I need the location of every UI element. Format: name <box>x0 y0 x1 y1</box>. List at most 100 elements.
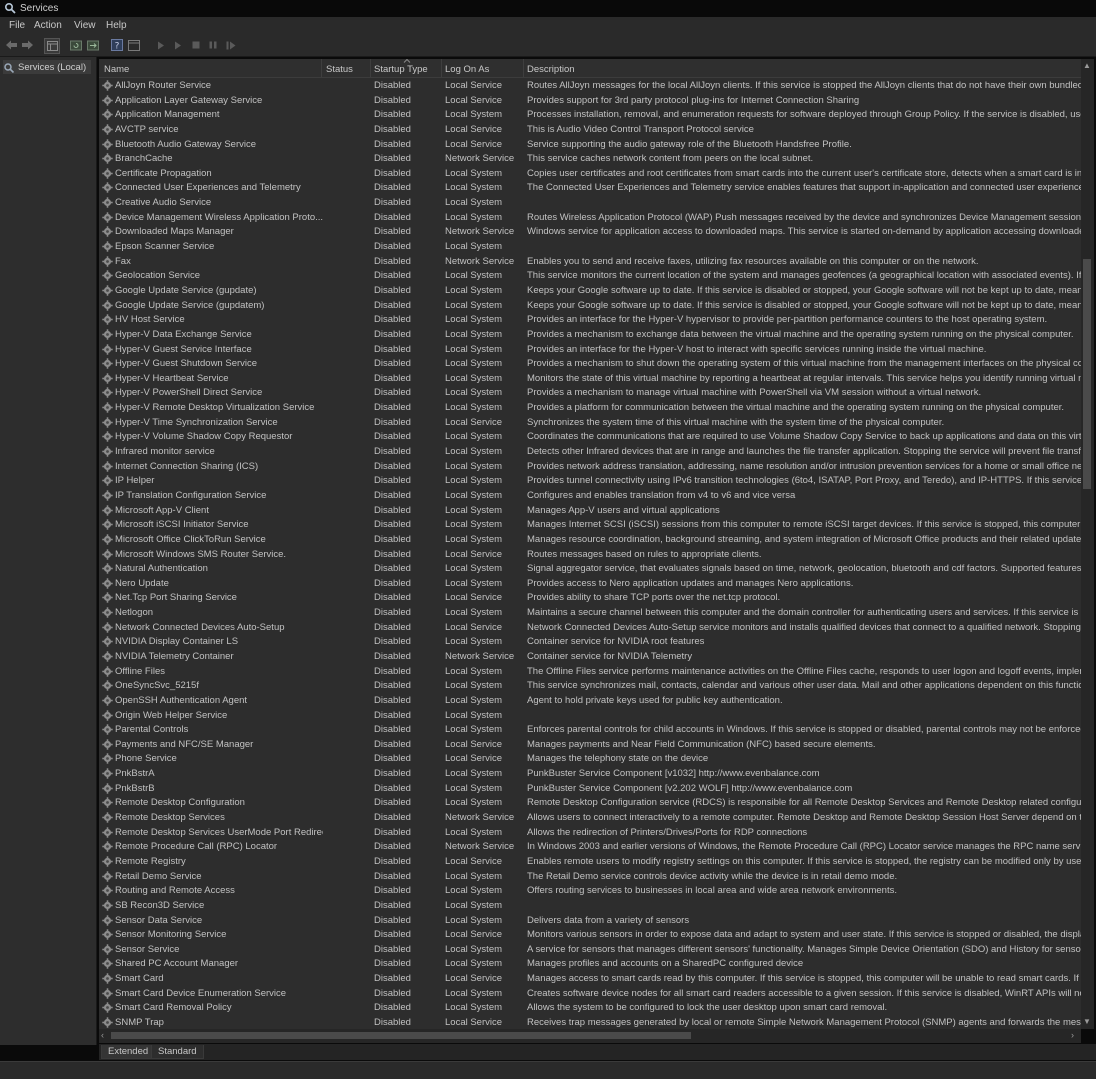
horizontal-scroll-thumb[interactable] <box>111 1032 691 1039</box>
table-row[interactable]: PnkBstrB Disabled Local System PunkBuster S… <box>99 781 1081 796</box>
table-row[interactable]: Offline Files Disabled Local System The Off… <box>99 664 1081 679</box>
table-row[interactable]: IP Translation Configuration Service Disa… <box>99 488 1081 503</box>
table-row[interactable]: Remote Registry Disabled Local Service Enab… <box>99 854 1081 869</box>
vertical-scroll-thumb[interactable] <box>1083 259 1091 489</box>
table-row[interactable]: Net.Tcp Port Sharing Service Disabled Loca… <box>99 590 1081 605</box>
table-row[interactable]: Smart Card Device Enumeration Service Dis… <box>99 986 1081 1001</box>
table-row[interactable]: SB Recon3D Service Disabled Local System <box>99 898 1081 913</box>
restart-service-icon[interactable] <box>224 38 238 52</box>
table-row[interactable]: Sensor Data Service Disabled Local System D… <box>99 913 1081 928</box>
table-row[interactable]: Shared PC Account Manager Disabled Local S… <box>99 956 1081 971</box>
table-row[interactable]: Hyper-V Data Exchange Service Disabled Loc… <box>99 327 1081 342</box>
table-row[interactable]: Nero Update Disabled Local System Provides … <box>99 576 1081 591</box>
table-row[interactable]: Smart Card Disabled Local Service Manages a… <box>99 971 1081 986</box>
table-row[interactable]: Infrared monitor service Disabled Local Sy… <box>99 444 1081 459</box>
column-divider[interactable] <box>370 59 371 77</box>
pause-service-icon[interactable] <box>206 38 220 52</box>
scroll-left-icon[interactable]: ‹ <box>101 1030 104 1040</box>
table-row[interactable]: Netlogon Disabled Local System Maintains a … <box>99 605 1081 620</box>
menu-help[interactable]: Help <box>106 20 127 31</box>
column-divider[interactable] <box>441 59 442 77</box>
table-row[interactable]: Microsoft App-V Client Disabled Local Syst… <box>99 503 1081 518</box>
table-row[interactable]: Parental Controls Disabled Local System Enf… <box>99 722 1081 737</box>
refresh-icon[interactable] <box>69 38 83 52</box>
scroll-down-icon[interactable]: ▼ <box>1083 1017 1091 1026</box>
table-row[interactable]: BranchCache Disabled Network Service This s… <box>99 151 1081 166</box>
scroll-right-icon[interactable]: › <box>1071 1030 1074 1040</box>
tab-extended[interactable]: Extended <box>101 1045 156 1059</box>
column-header-description[interactable]: Description <box>527 64 575 75</box>
table-row[interactable]: Hyper-V PowerShell Direct Service Disable… <box>99 385 1081 400</box>
properties-icon[interactable] <box>127 38 141 52</box>
table-row[interactable]: Hyper-V Volume Shadow Copy Requestor Disa… <box>99 429 1081 444</box>
menu-view[interactable]: View <box>74 20 96 31</box>
column-divider[interactable] <box>321 59 322 77</box>
table-row[interactable]: Google Update Service (gupdatem) Disabled… <box>99 298 1081 313</box>
table-row[interactable]: Microsoft iSCSI Initiator Service Disable… <box>99 517 1081 532</box>
table-row[interactable]: Sensor Service Disabled Local System A serv… <box>99 942 1081 957</box>
help-icon[interactable]: ? <box>110 38 124 52</box>
table-row[interactable]: Hyper-V Remote Desktop Virtualization Se… <box>99 400 1081 415</box>
table-row[interactable]: Hyper-V Heartbeat Service Disabled Local S… <box>99 371 1081 386</box>
table-row[interactable]: AVCTP service Disabled Local Service This i… <box>99 122 1081 137</box>
table-row[interactable]: OneSyncSvc_5215f Disabled Local System This… <box>99 678 1081 693</box>
table-row[interactable]: OpenSSH Authentication Agent Disabled Loca… <box>99 693 1081 708</box>
table-row[interactable]: Phone Service Disabled Local Service Manage… <box>99 751 1081 766</box>
table-row[interactable]: AllJoyn Router Service Disabled Local Serv… <box>99 78 1081 93</box>
table-row[interactable]: PnkBstrA Disabled Local System PunkBuster S… <box>99 766 1081 781</box>
table-row[interactable]: Downloaded Maps Manager Disabled Network S… <box>99 224 1081 239</box>
scroll-up-icon[interactable]: ▲ <box>1083 61 1091 70</box>
table-row[interactable]: Remote Desktop Services Disabled Network S… <box>99 810 1081 825</box>
table-row[interactable]: Natural Authentication Disabled Local Syst… <box>99 561 1081 576</box>
table-row[interactable]: Epson Scanner Service Disabled Local Syste… <box>99 239 1081 254</box>
table-row[interactable]: Certificate Propagation Disabled Local Sys… <box>99 166 1081 181</box>
table-row[interactable]: HV Host Service Disabled Local System Provi… <box>99 312 1081 327</box>
menu-action[interactable]: Action <box>34 20 62 31</box>
table-row[interactable]: SNMP Trap Disabled Local Service Receives t… <box>99 1015 1081 1029</box>
export-list-icon[interactable] <box>86 38 100 52</box>
forward-icon[interactable] <box>20 38 34 52</box>
stop-service-icon[interactable] <box>189 38 203 52</box>
menu-file[interactable]: File <box>9 20 25 31</box>
tab-standard[interactable]: Standard <box>151 1045 204 1059</box>
table-row[interactable]: Hyper-V Guest Service Interface Disabled L… <box>99 342 1081 357</box>
column-header-status[interactable]: Status <box>326 64 353 75</box>
table-row[interactable]: NVIDIA Telemetry Container Disabled Networ… <box>99 649 1081 664</box>
table-row[interactable]: Hyper-V Guest Shutdown Service Disabled Lo… <box>99 356 1081 371</box>
table-row[interactable]: Application Layer Gateway Service Disable… <box>99 93 1081 108</box>
tree-node-services-local[interactable]: Services (Local) <box>3 60 91 74</box>
horizontal-scrollbar[interactable]: ‹ › <box>99 1029 1081 1043</box>
table-row[interactable]: Network Connected Devices Auto-Setup Disa… <box>99 620 1081 635</box>
table-row[interactable]: Device Management Wireless Application P… <box>99 210 1081 225</box>
column-header-name[interactable]: Name <box>104 64 129 75</box>
table-row[interactable]: Microsoft Windows SMS Router Service. Dis… <box>99 547 1081 562</box>
table-row[interactable]: Microsoft Office ClickToRun Service Disab… <box>99 532 1081 547</box>
table-row[interactable]: Fax Disabled Network Service Enables you to… <box>99 254 1081 269</box>
table-row[interactable]: Application Management Disabled Local Syst… <box>99 107 1081 122</box>
table-row[interactable]: Creative Audio Service Disabled Local Syst… <box>99 195 1081 210</box>
column-header-log-on-as[interactable]: Log On As <box>445 64 489 75</box>
table-row[interactable]: NVIDIA Display Container LS Disabled Local… <box>99 634 1081 649</box>
back-icon[interactable] <box>4 38 18 52</box>
table-row[interactable]: IP Helper Disabled Local System Provides tu… <box>99 473 1081 488</box>
table-row[interactable]: Retail Demo Service Disabled Local System T… <box>99 869 1081 884</box>
table-row[interactable]: Internet Connection Sharing (ICS) Disable… <box>99 459 1081 474</box>
table-row[interactable]: Remote Desktop Services UserMode Port Re… <box>99 825 1081 840</box>
table-row[interactable]: Hyper-V Time Synchronization Service Disa… <box>99 415 1081 430</box>
table-row[interactable]: Connected User Experiences and Telemetry… <box>99 180 1081 195</box>
column-header-startup-type[interactable]: Startup Type <box>374 64 428 75</box>
table-row[interactable]: Payments and NFC/SE Manager Disabled Local… <box>99 737 1081 752</box>
table-row[interactable]: Remote Procedure Call (RPC) Locator Disab… <box>99 839 1081 854</box>
vertical-scrollbar[interactable]: ▲ ▼ <box>1081 59 1094 1029</box>
table-row[interactable]: Sensor Monitoring Service Disabled Local S… <box>99 927 1081 942</box>
column-divider[interactable] <box>523 59 524 77</box>
table-row[interactable]: Geolocation Service Disabled Local System T… <box>99 268 1081 283</box>
console-tree-icon[interactable] <box>44 38 60 54</box>
table-row[interactable]: Origin Web Helper Service Disabled Local S… <box>99 708 1081 723</box>
table-row[interactable]: Remote Desktop Configuration Disabled Loca… <box>99 795 1081 810</box>
start-service-icon[interactable] <box>154 38 168 52</box>
table-row[interactable]: Routing and Remote Access Disabled Local S… <box>99 883 1081 898</box>
table-row[interactable]: Google Update Service (gupdate) Disabled L… <box>99 283 1081 298</box>
start-service-alt-icon[interactable] <box>171 38 185 52</box>
table-row[interactable]: Bluetooth Audio Gateway Service Disabled L… <box>99 137 1081 152</box>
